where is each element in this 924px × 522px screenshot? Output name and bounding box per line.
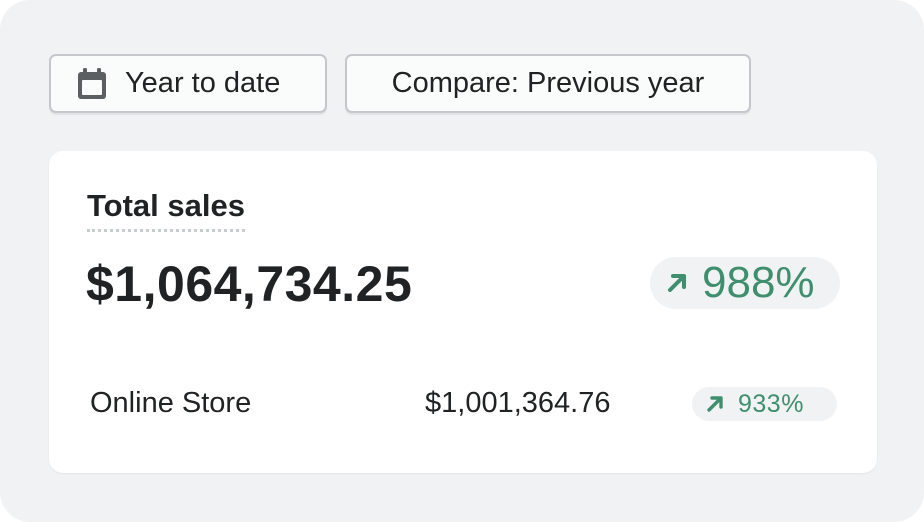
- breakdown-change-badge: 933%: [692, 387, 837, 421]
- total-sales-card: Total sales $1,064,734.25 988% Online St…: [49, 151, 877, 473]
- date-range-button[interactable]: Year to date: [49, 54, 327, 113]
- breakdown-label: Online Store: [90, 387, 252, 419]
- breakdown-change-value: 933%: [738, 390, 804, 418]
- total-sales-value: $1,064,734.25: [86, 256, 413, 312]
- breakdown-value: $1,001,364.76: [425, 387, 611, 419]
- arrow-up-right-icon: [706, 395, 724, 413]
- total-change-badge: 988%: [650, 257, 840, 309]
- card-title[interactable]: Total sales: [87, 187, 245, 232]
- total-change-value: 988%: [702, 258, 815, 307]
- compare-button[interactable]: Compare: Previous year: [345, 54, 751, 113]
- date-range-label: Year to date: [125, 67, 281, 99]
- compare-label: Compare: Previous year: [391, 67, 705, 99]
- calendar-icon: [77, 67, 107, 100]
- analytics-panel: Year to date Compare: Previous year Tota…: [0, 0, 924, 522]
- arrow-up-right-icon: [666, 272, 688, 294]
